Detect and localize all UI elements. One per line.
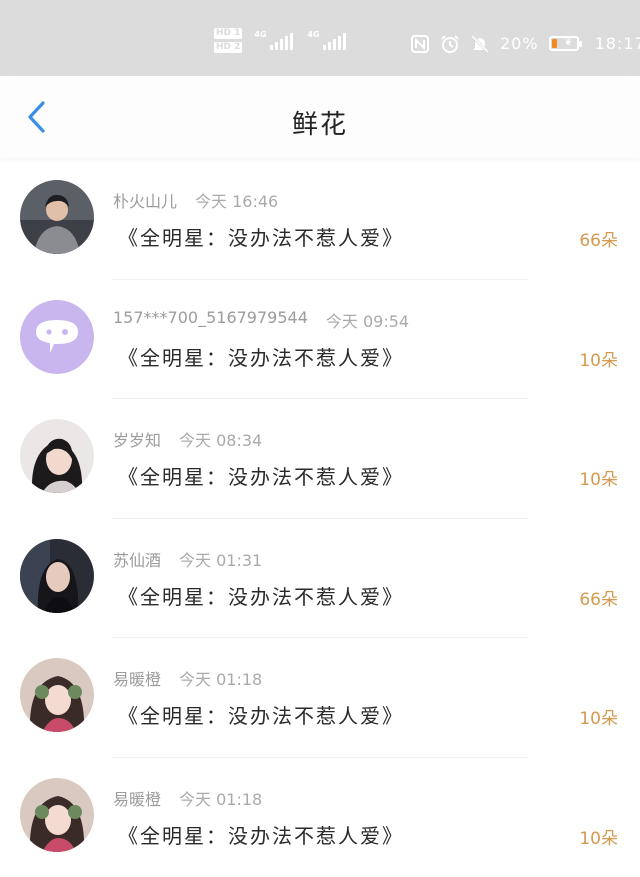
bell-off-icon	[470, 35, 490, 53]
gift-title[interactable]: 《全明星：没办法不惹人爱》	[118, 342, 404, 371]
send-time: 今天 09:54	[326, 308, 409, 332]
page-header: 鲜花	[0, 76, 640, 158]
signal-1-icon: 4G	[270, 32, 293, 50]
avatar[interactable]	[20, 778, 94, 852]
flower-gift-list: 朴火山儿 今天 16:46 《全明星：没办法不惹人爱》 66朵 157***70…	[0, 160, 640, 877]
battery-percent: 20%	[500, 34, 539, 53]
alarm-icon	[440, 35, 460, 53]
sim2-badge: HD 2	[214, 42, 242, 53]
flower-count: 10朵	[579, 346, 618, 371]
user-avatar-icon	[20, 778, 94, 852]
sim1-badge: HD 1	[214, 28, 242, 39]
avatar[interactable]	[20, 300, 94, 374]
list-item[interactable]: 朴火山儿 今天 16:46 《全明星：没办法不惹人爱》 66朵	[0, 160, 640, 280]
sender-name[interactable]: 朴火山儿	[113, 188, 177, 212]
user-avatar-icon	[20, 180, 94, 254]
battery-icon: ❦	[549, 36, 579, 51]
flower-count: 66朵	[579, 585, 618, 610]
flower-count: 10朵	[579, 704, 618, 729]
sender-name[interactable]: 易暖橙	[113, 666, 161, 690]
flower-count: 66朵	[579, 226, 618, 251]
page-title: 鲜花	[0, 104, 640, 141]
gift-title[interactable]: 《全明星：没办法不惹人爱》	[118, 820, 404, 849]
list-item[interactable]: 易暖橙 今天 01:18 《全明星：没办法不惹人爱》 10朵	[0, 758, 640, 877]
avatar[interactable]	[20, 180, 94, 254]
user-avatar-icon	[20, 419, 94, 493]
list-item[interactable]: 易暖橙 今天 01:18 《全明星：没办法不惹人爱》 10朵	[0, 638, 640, 758]
send-time: 今天 08:34	[179, 427, 262, 451]
gift-title[interactable]: 《全明星：没办法不惹人爱》	[118, 700, 404, 729]
list-item[interactable]: 157***700_5167979544 今天 09:54 《全明星：没办法不惹…	[0, 280, 640, 400]
avatar[interactable]	[20, 419, 94, 493]
status-bar: HD 1 HD 2 4G 4G 20% ❦ 18:17	[0, 0, 640, 76]
gift-title[interactable]: 《全明星：没办法不惹人爱》	[118, 581, 404, 610]
sender-name[interactable]: 易暖橙	[113, 786, 161, 810]
avatar[interactable]	[20, 539, 94, 613]
nfc-icon	[410, 35, 430, 53]
sender-name[interactable]: 苏仙酒	[113, 547, 161, 571]
sender-name[interactable]: 岁岁知	[113, 427, 161, 451]
send-time: 今天 16:46	[195, 188, 278, 212]
flower-count: 10朵	[579, 824, 618, 849]
send-time: 今天 01:18	[179, 666, 262, 690]
send-time: 今天 01:18	[179, 786, 262, 810]
user-avatar-icon	[20, 539, 94, 613]
gift-title[interactable]: 《全明星：没办法不惹人爱》	[118, 222, 404, 251]
list-item[interactable]: 岁岁知 今天 08:34 《全明星：没办法不惹人爱》 10朵	[0, 399, 640, 519]
network-2-label: 4G	[307, 30, 319, 39]
list-item[interactable]: 苏仙酒 今天 01:31 《全明星：没办法不惹人爱》 66朵	[0, 519, 640, 639]
sim-indicators: HD 1 HD 2 4G 4G	[214, 28, 346, 53]
flower-count: 10朵	[579, 465, 618, 490]
signal-2-icon: 4G	[323, 32, 346, 50]
send-time: 今天 01:31	[179, 547, 262, 571]
avatar[interactable]	[20, 658, 94, 732]
network-1-label: 4G	[254, 30, 266, 39]
clock: 18:17	[595, 34, 640, 53]
user-avatar-icon	[20, 658, 94, 732]
chat-bubble-icon	[20, 300, 94, 374]
gift-title[interactable]: 《全明星：没办法不惹人爱》	[118, 461, 404, 490]
sender-name[interactable]: 157***700_5167979544	[113, 308, 308, 332]
